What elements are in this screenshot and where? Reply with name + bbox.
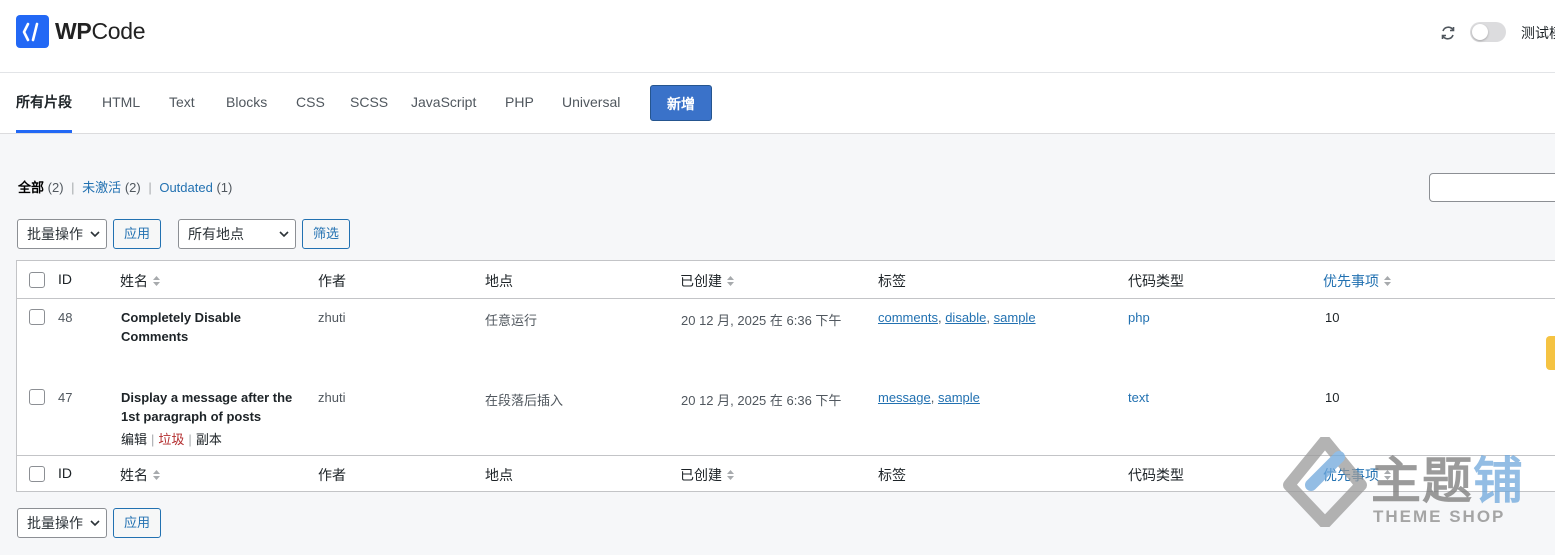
- theme-shop-watermark: 主题铺 THEME SHOP: [1283, 437, 1533, 529]
- status-filters: 全部 (2) | 未激活 (2) | Outdated (1): [18, 177, 232, 196]
- tag-link[interactable]: comments: [878, 310, 938, 325]
- sort-icon: [727, 276, 734, 286]
- bulk-action-select[interactable]: 批量操作: [17, 219, 107, 249]
- column-author: 作者: [318, 467, 346, 483]
- filter-all-count: (2): [47, 180, 64, 195]
- column-id: ID: [58, 465, 72, 481]
- filter-outdated-count: (1): [216, 180, 233, 195]
- snippet-id: 47: [58, 390, 73, 405]
- sort-icon: [1384, 276, 1391, 286]
- watermark-en-text: THEME SHOP: [1373, 507, 1506, 526]
- filter-inactive-count: (2): [124, 180, 141, 195]
- watermark-logo-icon: [1283, 437, 1367, 527]
- search-input[interactable]: [1429, 173, 1555, 202]
- column-name[interactable]: 姓名: [120, 271, 161, 291]
- tab-javascript[interactable]: JavaScript: [411, 73, 476, 131]
- bulk-action-select-bottom[interactable]: 批量操作: [17, 508, 107, 538]
- filter-inactive[interactable]: 未激活: [82, 180, 121, 195]
- filter-button[interactable]: 筛选: [302, 219, 350, 249]
- table-row: 48 Completely Disable Comments zhuti 任意运…: [17, 298, 1555, 378]
- column-location: 地点: [485, 273, 513, 289]
- tab-scss[interactable]: SCSS: [350, 73, 388, 131]
- bulk-action-value: 批量操作: [27, 226, 83, 242]
- sort-icon: [727, 470, 734, 480]
- tag-link[interactable]: sample: [938, 390, 980, 405]
- snippet-author: zhuti: [318, 390, 346, 405]
- chevron-down-icon: [90, 231, 100, 238]
- top-bar: WPCode 测试模式: [0, 0, 1555, 73]
- tab-universal[interactable]: Universal: [562, 73, 620, 131]
- filter-outdated[interactable]: Outdated: [159, 180, 213, 195]
- column-location: 地点: [485, 467, 513, 483]
- tab-all-snippets[interactable]: 所有片段: [16, 73, 72, 133]
- apply-button[interactable]: 应用: [113, 219, 161, 249]
- row-checkbox[interactable]: [29, 389, 45, 405]
- snippet-tags: comments, disable, sample: [878, 310, 1036, 325]
- chevron-down-icon: [90, 520, 100, 527]
- bulk-action-value: 批量操作: [27, 515, 83, 531]
- location-filter-value: 所有地点: [188, 226, 244, 242]
- column-id: ID: [58, 271, 72, 287]
- sort-icon: [153, 470, 160, 480]
- snippet-name-link[interactable]: Display a message after the 1st paragrap…: [121, 388, 306, 426]
- location-filter-select[interactable]: 所有地点: [178, 219, 296, 249]
- tab-php[interactable]: PHP: [505, 73, 534, 131]
- column-tags: 标签: [878, 273, 906, 289]
- column-priority[interactable]: 优先事项: [1323, 271, 1392, 291]
- apply-button-bottom[interactable]: 应用: [113, 508, 161, 538]
- snippet-name-link[interactable]: Completely Disable Comments: [121, 308, 306, 346]
- chevron-down-icon: [279, 231, 289, 238]
- refresh-icon[interactable]: [1439, 24, 1457, 42]
- tab-html[interactable]: HTML: [102, 73, 140, 131]
- snippet-location: 任意运行: [485, 313, 538, 328]
- snippet-code-type[interactable]: php: [1128, 310, 1150, 325]
- duplicate-link[interactable]: 副本: [196, 432, 222, 447]
- column-created[interactable]: 已创建: [680, 465, 735, 485]
- select-all-checkbox[interactable]: [29, 466, 45, 482]
- filter-all[interactable]: 全部: [18, 180, 44, 195]
- column-created[interactable]: 已创建: [680, 271, 735, 291]
- tab-css[interactable]: CSS: [296, 73, 325, 131]
- table-header: ID 姓名 作者 地点 已创建 标签 代码类型 优先事项: [17, 261, 1555, 299]
- logo-text: WPCode: [55, 18, 146, 44]
- snippet-id: 48: [58, 310, 73, 325]
- test-mode-toggle[interactable]: [1470, 22, 1506, 42]
- snippet-code-type[interactable]: text: [1128, 390, 1149, 405]
- add-new-button[interactable]: 新增: [650, 85, 712, 121]
- snippet-location: 在段落后插入: [485, 393, 564, 408]
- snippet-created: 20 12 月, 2025 在 6:36 下午: [681, 313, 842, 328]
- tag-link[interactable]: sample: [994, 310, 1036, 325]
- tab-text[interactable]: Text: [169, 73, 195, 131]
- wpcode-logo[interactable]: WPCode: [16, 15, 146, 48]
- column-code-type: 代码类型: [1128, 467, 1184, 483]
- test-mode-label: 测试模式: [1521, 25, 1555, 41]
- column-name[interactable]: 姓名: [120, 465, 161, 485]
- code-slash-icon: [16, 15, 49, 48]
- divider: |: [148, 180, 152, 195]
- row-actions: 编辑 | 垃圾 | 副本: [121, 432, 222, 447]
- tag-link[interactable]: message: [878, 390, 931, 405]
- snippet-priority: 10: [1325, 310, 1340, 325]
- column-author: 作者: [318, 273, 346, 289]
- snippet-type-tabs: 所有片段 HTML Text Blocks CSS SCSS JavaScrip…: [0, 73, 1555, 134]
- trash-link[interactable]: 垃圾: [158, 432, 184, 447]
- edit-link[interactable]: 编辑: [121, 432, 147, 447]
- row-checkbox[interactable]: [29, 309, 45, 325]
- snippet-created: 20 12 月, 2025 在 6:36 下午: [681, 393, 842, 408]
- snippet-priority: 10: [1325, 390, 1340, 405]
- tag-link[interactable]: disable: [945, 310, 986, 325]
- column-code-type: 代码类型: [1128, 273, 1184, 289]
- column-tags: 标签: [878, 467, 906, 483]
- tab-blocks[interactable]: Blocks: [226, 73, 267, 131]
- select-all-checkbox[interactable]: [29, 272, 45, 288]
- watermark-cn-text: 主题铺: [1371, 452, 1524, 510]
- snippet-author: zhuti: [318, 310, 346, 325]
- divider: |: [71, 180, 75, 195]
- sort-icon: [153, 276, 160, 286]
- snippet-tags: message, sample: [878, 390, 980, 405]
- side-feedback-tab[interactable]: [1546, 336, 1555, 370]
